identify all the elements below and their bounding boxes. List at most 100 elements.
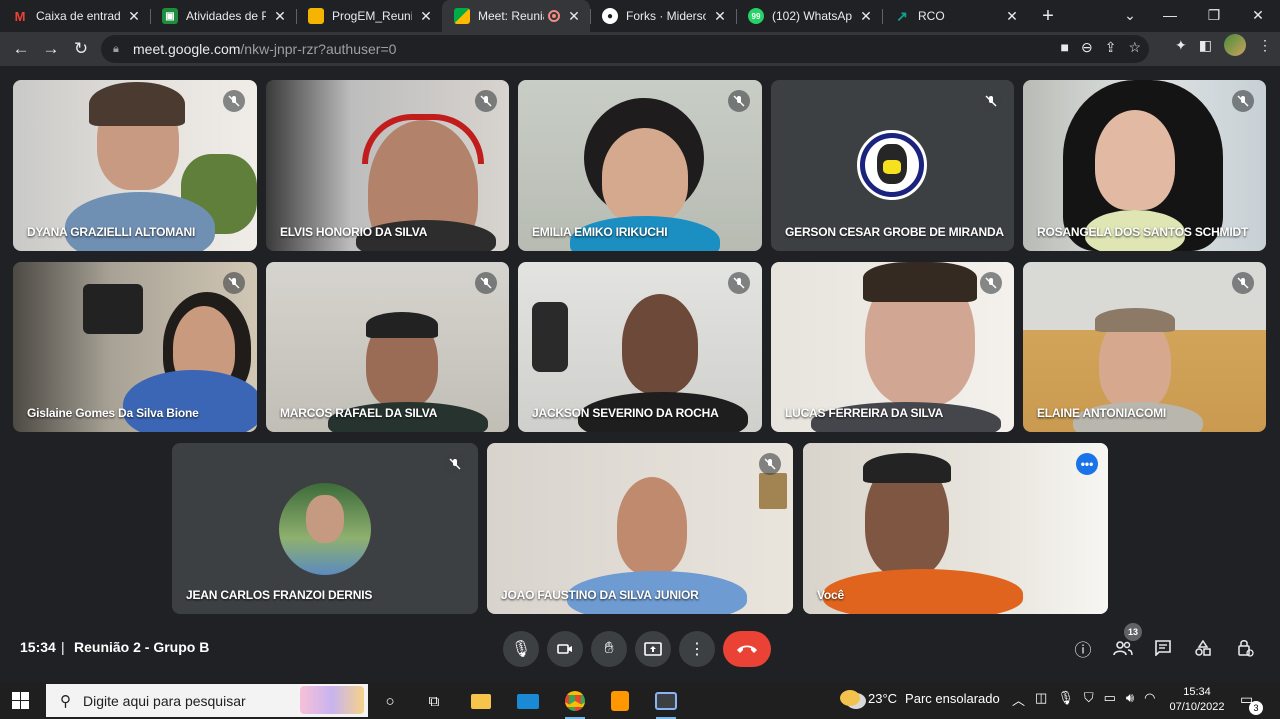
- volume-icon[interactable]: 🔊︎: [1126, 690, 1134, 709]
- close-icon[interactable]: ✕: [712, 8, 728, 24]
- meet-tray-icon[interactable]: ◫: [1035, 690, 1047, 709]
- participant-tile[interactable]: JEAN CARLOS FRANZOI DERNIS: [172, 443, 478, 614]
- leave-call-button[interactable]: [723, 631, 771, 667]
- tab-title: RCO: [918, 9, 945, 23]
- participant-tile[interactable]: DYANA GRAZIELLI ALTOMANI: [13, 80, 257, 251]
- mic-off-icon: [1232, 90, 1254, 112]
- clock-date: 07/10/2022: [1169, 701, 1225, 713]
- tab-rco[interactable]: ↗ RCO ✕: [882, 0, 1028, 32]
- camera-icon: [557, 644, 572, 654]
- minimize-icon[interactable]: —: [1148, 0, 1192, 30]
- zoom-icon[interactable]: ⊖: [1081, 39, 1093, 56]
- self-view-tile[interactable]: Você •••: [803, 443, 1108, 614]
- chrome-app-icon[interactable]: [651, 686, 681, 719]
- participant-tile[interactable]: GERSON CESAR GROBE DE MIRANDA: [771, 80, 1014, 251]
- wifi-icon[interactable]: ◠: [1144, 690, 1155, 709]
- tab-title: (102) WhatsApp: [772, 9, 852, 23]
- close-icon[interactable]: ✕: [126, 8, 142, 24]
- mic-off-icon: [223, 90, 245, 112]
- mail-icon[interactable]: [513, 686, 543, 716]
- participant-count-badge: 13: [1124, 623, 1142, 641]
- battery-icon[interactable]: ▭: [1104, 690, 1116, 709]
- close-icon[interactable]: ✕: [272, 8, 288, 24]
- whatsapp-icon: 99: [748, 8, 764, 24]
- close-icon[interactable]: ✕: [1004, 8, 1020, 24]
- side-panel-icon[interactable]: ◧: [1199, 37, 1212, 54]
- tab-whatsapp[interactable]: 99 (102) WhatsApp ✕: [736, 0, 882, 32]
- window-close-icon[interactable]: ✕: [1236, 0, 1280, 30]
- host-controls-icon[interactable]: [1232, 635, 1258, 661]
- participant-name: Você: [817, 588, 844, 602]
- tab-meet[interactable]: Meet: Reuniã ✕: [442, 0, 590, 32]
- new-tab-button[interactable]: +: [1034, 0, 1062, 32]
- participant-name: GERSON CESAR GROBE DE MIRANDA: [785, 225, 1004, 239]
- sublime-icon[interactable]: [605, 686, 635, 716]
- participant-tile[interactable]: LUCAS FERREIRA DA SILVA: [771, 262, 1014, 432]
- classroom-icon: ▣: [162, 8, 178, 24]
- tab-gmail[interactable]: M Caixa de entrada ✕: [0, 0, 150, 32]
- mic-off-icon: [475, 272, 497, 294]
- restore-icon[interactable]: ❐: [1192, 0, 1236, 30]
- close-icon[interactable]: ✕: [566, 8, 582, 24]
- windows-taskbar: ⚲ Digite aqui para pesquisar ○ ⧉ 23°C Pa…: [0, 682, 1280, 719]
- forward-icon[interactable]: →: [36, 34, 66, 64]
- present-icon: [644, 642, 662, 656]
- participant-tile[interactable]: JOAO FAUSTINO DA SILVA JUNIOR: [487, 443, 793, 614]
- camera-icon[interactable]: ■: [1061, 39, 1069, 56]
- microphone-button[interactable]: 🎙︎: [503, 631, 539, 667]
- participant-tile[interactable]: ELAINE ANTONIACOMI: [1023, 262, 1266, 432]
- meeting-title: Reunião 2 - Grupo B: [74, 639, 210, 655]
- share-icon[interactable]: ⇪: [1105, 39, 1117, 56]
- show-hidden-icons[interactable]: ︿: [1012, 690, 1025, 709]
- taskbar-search-box[interactable]: ⚲ Digite aqui para pesquisar: [46, 684, 368, 717]
- menu-icon[interactable]: ⋮: [1258, 37, 1272, 54]
- tab-search-icon[interactable]: ⌄: [1108, 0, 1152, 30]
- participant-tile[interactable]: MARCOS RAFAEL DA SILVA: [266, 262, 509, 432]
- mic-off-icon: [759, 453, 781, 475]
- camera-button[interactable]: [547, 631, 583, 667]
- tab-classroom[interactable]: ▣ Atividades de Pro ✕: [150, 0, 296, 32]
- tab-title: ProgEM_Reunião: [332, 9, 412, 23]
- windows-start-icon[interactable]: [12, 692, 29, 714]
- close-icon[interactable]: ✕: [858, 8, 874, 24]
- participant-tile[interactable]: JACKSON SEVERINO DA ROCHA: [518, 262, 762, 432]
- more-options-button[interactable]: ⋮: [679, 631, 715, 667]
- search-icon: ⚲: [60, 692, 71, 710]
- participant-tile[interactable]: ROSANGELA DOS SANTOS SCHMIDT: [1023, 80, 1266, 251]
- lock-icon: 🔒︎: [113, 42, 119, 55]
- participant-tile[interactable]: ELVIS HONORIO DA SILVA: [266, 80, 509, 251]
- bookmark-star-icon[interactable]: ☆: [1128, 39, 1141, 56]
- task-view-icon[interactable]: ⧉: [419, 686, 449, 716]
- chat-icon[interactable]: [1150, 635, 1176, 661]
- chrome-icon[interactable]: [560, 686, 590, 719]
- participant-tile[interactable]: Gislaine Gomes Da Silva Bione: [13, 262, 257, 432]
- taskbar-clock[interactable]: 15:34 07/10/2022: [1166, 685, 1228, 715]
- more-options-icon[interactable]: •••: [1076, 453, 1098, 475]
- meeting-details-icon[interactable]: ⓘ: [1070, 635, 1096, 661]
- activities-icon[interactable]: [1190, 635, 1216, 661]
- participant-tile[interactable]: EMILIA EMIKO IRIKUCHI: [518, 80, 762, 251]
- present-button[interactable]: [635, 631, 671, 667]
- raise-hand-button[interactable]: ✋︎: [591, 631, 627, 667]
- browser-tab-strip: M Caixa de entrada ✕ ▣ Atividades de Pro…: [0, 0, 1280, 32]
- microphone-tray-icon[interactable]: 🎙︎: [1057, 690, 1074, 709]
- url-path: /nkw-jnpr-rzr?authuser=0: [240, 41, 397, 57]
- extensions-icon[interactable]: ✦: [1175, 37, 1187, 54]
- close-icon[interactable]: ✕: [418, 8, 434, 24]
- cortana-icon[interactable]: ○: [375, 686, 405, 716]
- weather-widget[interactable]: 23°C Parc ensolarado: [840, 690, 1000, 706]
- security-icon[interactable]: ⛉: [1084, 690, 1094, 709]
- back-icon[interactable]: ←: [6, 34, 36, 64]
- profile-avatar[interactable]: [1224, 34, 1246, 56]
- participant-name: ELVIS HONORIO DA SILVA: [280, 225, 428, 239]
- tab-slides[interactable]: ProgEM_Reunião ✕: [296, 0, 442, 32]
- file-explorer-icon[interactable]: [466, 686, 496, 716]
- search-highlight-image: [300, 686, 364, 714]
- mic-off-icon: [980, 90, 1002, 112]
- address-bar[interactable]: 🔒︎ meet.google.com /nkw-jnpr-rzr?authuse…: [101, 35, 1149, 63]
- weather-icon: [840, 690, 860, 706]
- system-tray: ︿ ◫ 🎙︎ ⛉ ▭ 🔊︎ ◠: [1012, 690, 1155, 709]
- reload-icon[interactable]: ↻: [66, 34, 96, 64]
- participant-name: MARCOS RAFAEL DA SILVA: [280, 406, 438, 420]
- tab-github[interactable]: ● Forks · Miderson ✕: [590, 0, 736, 32]
